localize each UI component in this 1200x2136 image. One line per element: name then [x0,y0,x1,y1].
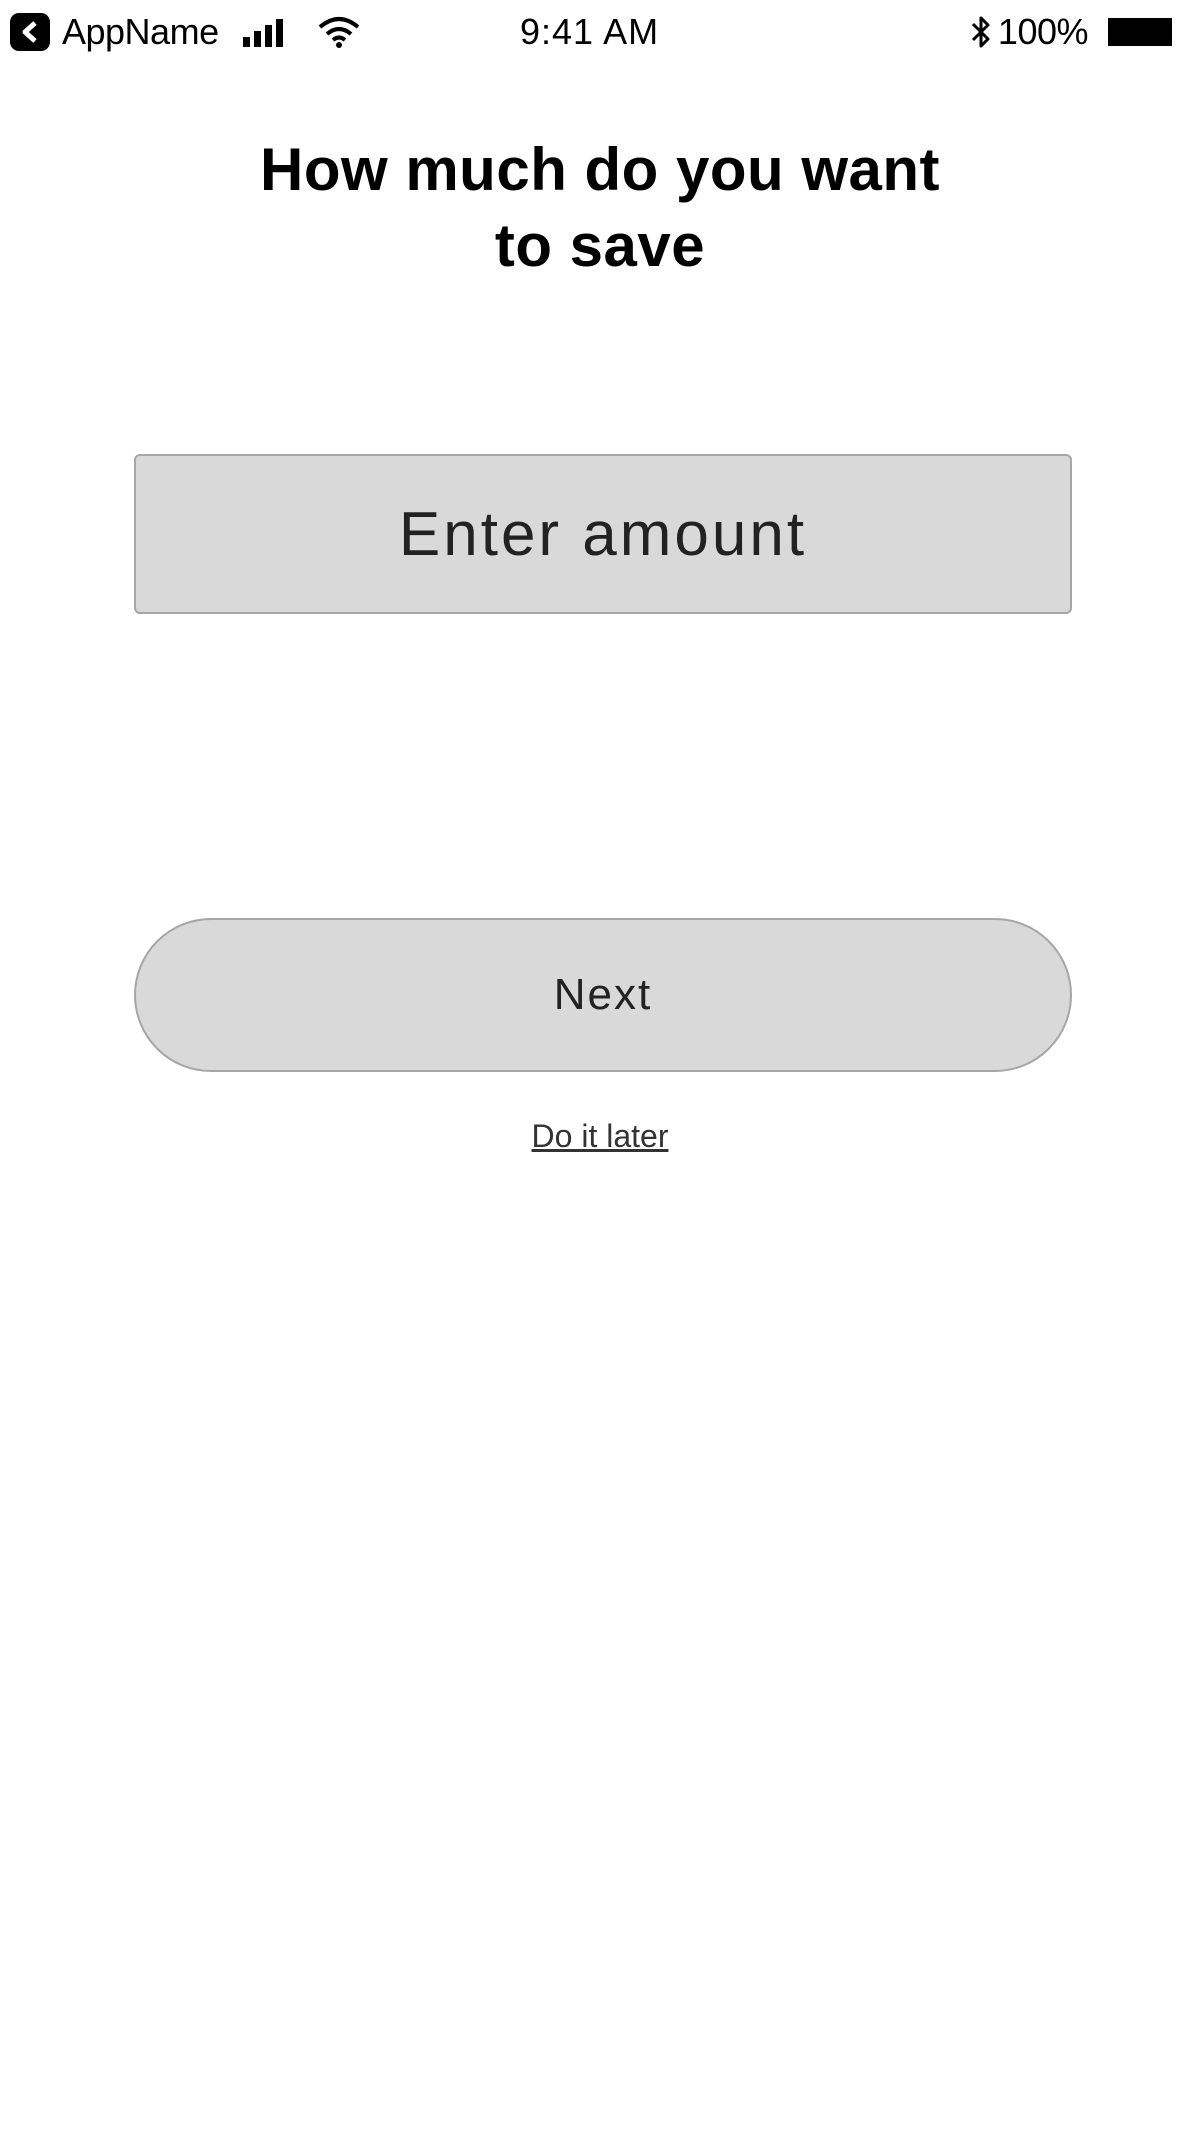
chevron-left-icon [22,21,37,43]
status-bar: AppName 9:41 AM 100% [0,0,1200,64]
amount-input[interactable] [134,454,1072,614]
status-bar-left: AppName [10,11,361,53]
back-app-icon[interactable] [10,13,50,51]
battery-icon [1108,18,1172,46]
app-name[interactable]: AppName [62,11,219,53]
wifi-icon [318,17,359,48]
bluetooth-icon [971,16,990,48]
next-button[interactable]: Next [134,918,1072,1072]
page-title-line1: How much do you want [260,136,940,203]
page-title-line2: to save [494,212,706,279]
page-title: How much do you want to save [150,132,1050,284]
status-bar-right: 100% [970,11,1172,52]
battery-percentage: 100% [997,11,1089,52]
do-it-later-link[interactable]: Do it later [400,1118,800,1155]
signal-icon [242,19,283,47]
status-time: 9:41 AM [520,11,660,52]
